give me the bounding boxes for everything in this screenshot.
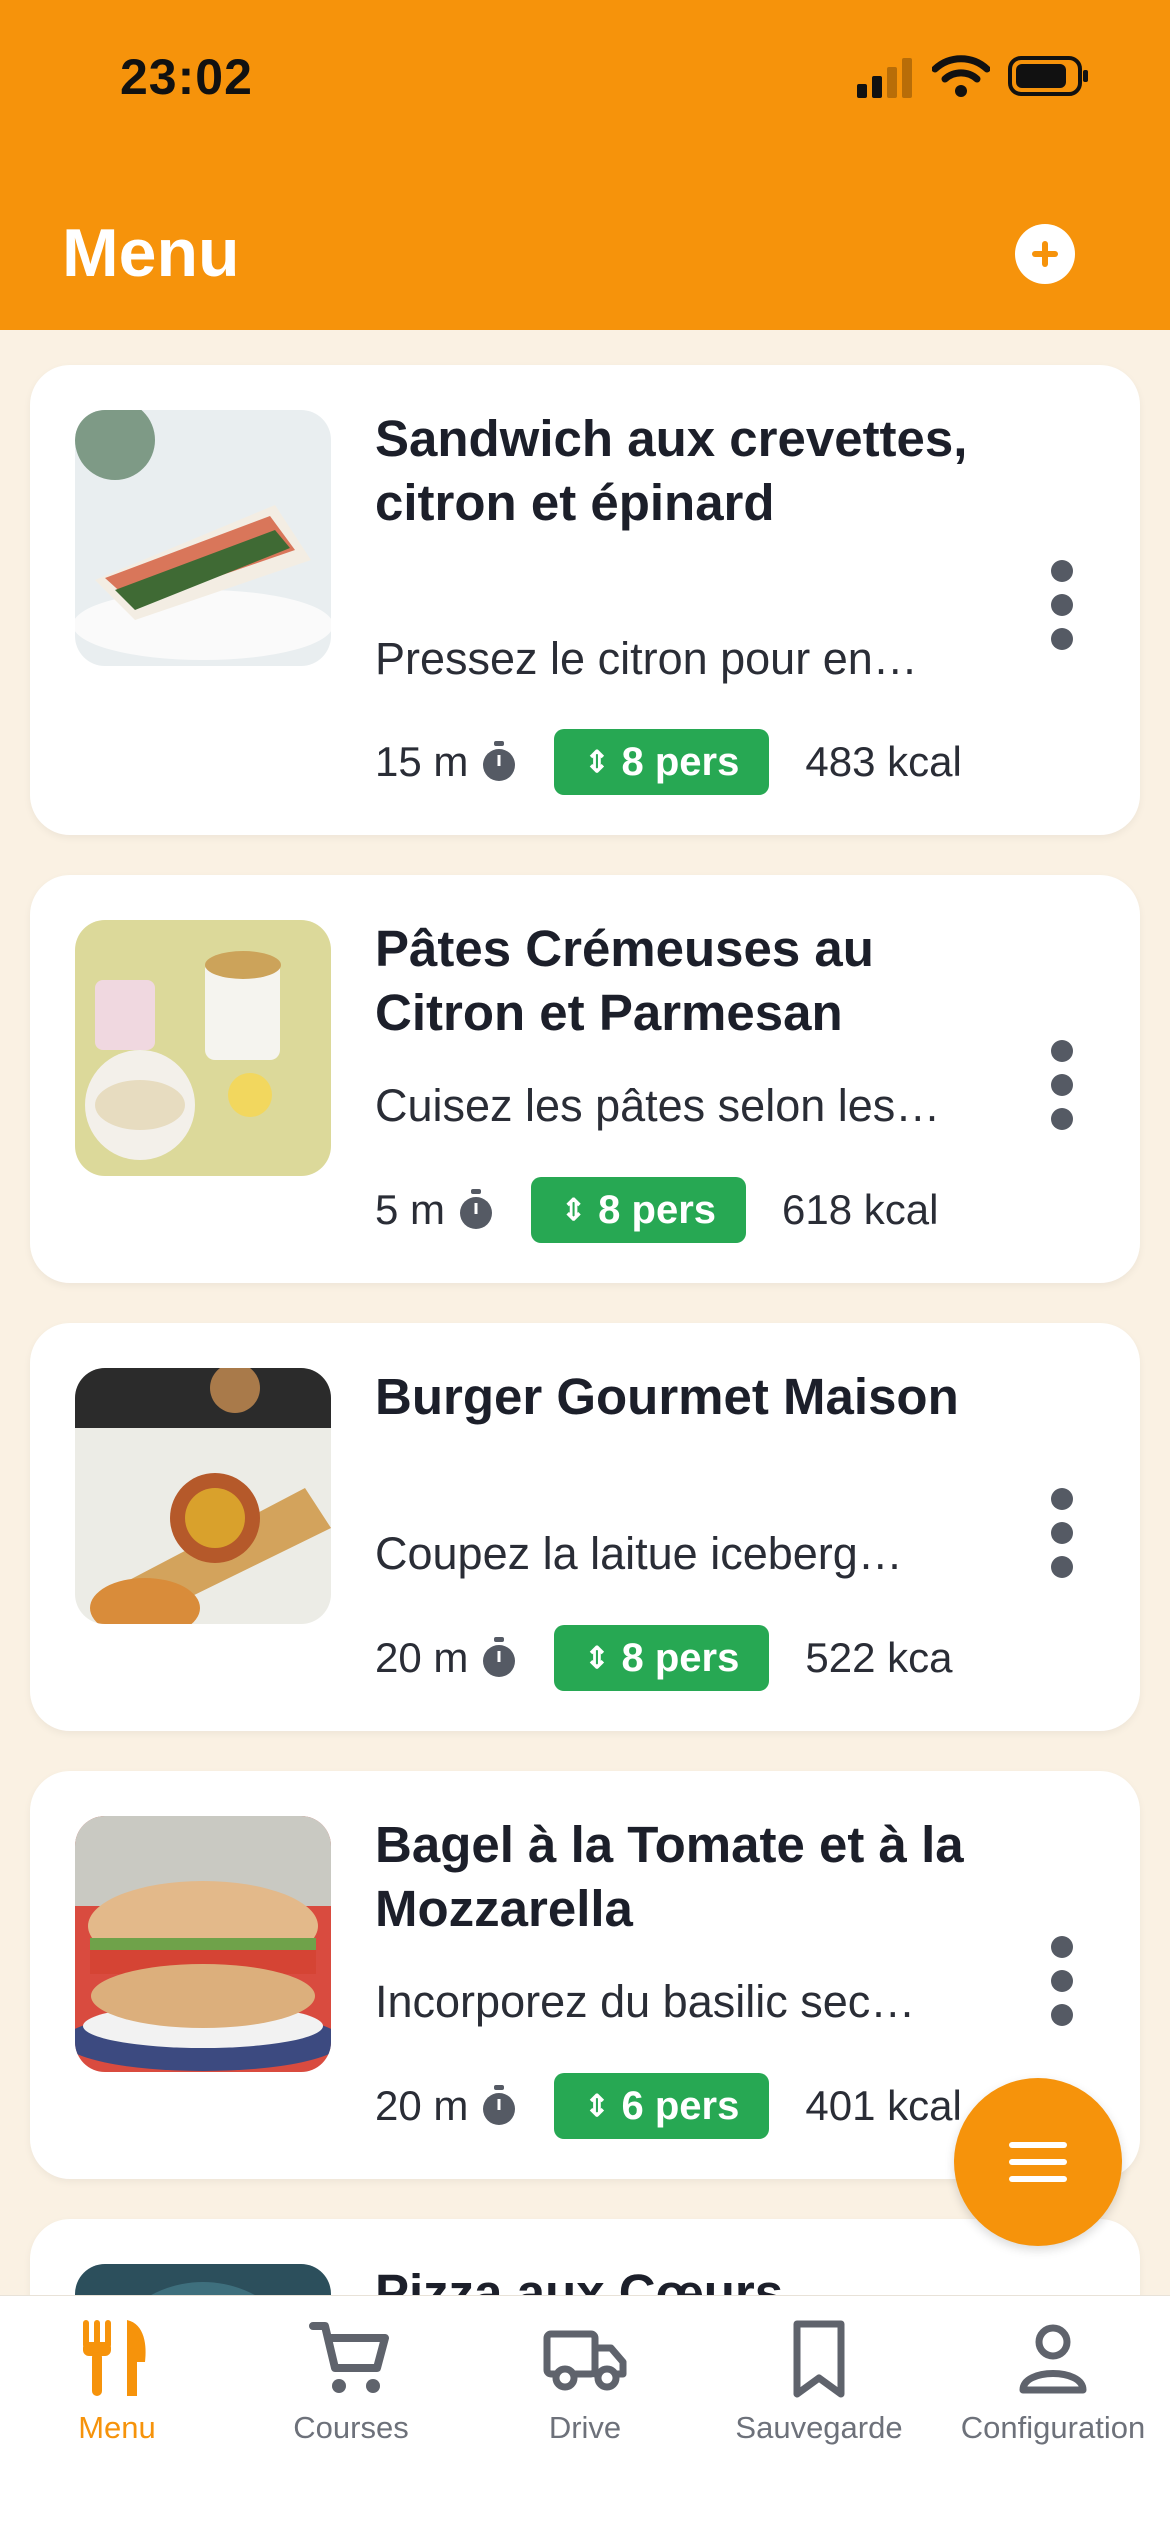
bottom-tab-bar: Menu Courses Drive Sauvegarde Configurat… [0, 2295, 1170, 2532]
recipe-meta: 15 m ⇕ 8 pers 483 kcal [375, 727, 1005, 797]
sort-arrows-icon: ⇕ [561, 1193, 587, 1227]
recipe-image [75, 1368, 331, 1624]
tab-label: Menu [78, 2410, 156, 2445]
tab-courses[interactable]: Courses [234, 2316, 468, 2446]
sort-arrows-icon: ⇕ [584, 2089, 610, 2123]
recipe-image [75, 2264, 331, 2295]
recipe-name: Sandwich aux crevettes, citron et épinar… [375, 410, 968, 531]
servings-label: 8 pers [598, 1187, 717, 1232]
recipe-card[interactable]: Pâtes Crémeuses au Citron et Parmesan Cu… [30, 875, 1140, 1283]
recipe-description: Pressez le citron pour en… [375, 633, 918, 684]
servings-button[interactable]: ⇕ 6 pers [554, 2073, 770, 2139]
timer-icon [483, 2085, 516, 2125]
recipe-image [75, 920, 331, 1176]
recipe-name: Burger Gourmet Maison [375, 1368, 959, 1425]
truck-icon [543, 2330, 627, 2391]
recipe-name: Bagel à la Tomate et à la Mozzarella [375, 1816, 964, 1937]
recipe-card[interactable]: Pizza aux Cœurs [30, 2219, 1140, 2295]
tab-sauvegarde[interactable]: Sauvegarde [702, 2316, 936, 2446]
recipe-card[interactable]: Burger Gourmet Maison Coupez la laitue i… [30, 1323, 1140, 1731]
sort-arrows-icon: ⇕ [584, 745, 610, 779]
tab-drive[interactable]: Drive [468, 2316, 702, 2446]
tab-label: Sauvegarde [735, 2410, 903, 2445]
status-time: 23:02 [120, 49, 253, 105]
prep-time: 5 m [375, 1186, 446, 1233]
recipe-description: Incorporez du basilic sec… [375, 1976, 916, 2027]
recipe-meta: 20 m ⇕ 6 pers 401 kcal [375, 2071, 1005, 2141]
battery-icon [1008, 56, 1088, 96]
recipe-name: Pizza aux Cœurs [375, 2264, 784, 2295]
bookmark-icon [793, 2320, 845, 2398]
servings-label: 6 pers [621, 2083, 740, 2128]
recipe-list[interactable]: Sandwich aux crevettes, citron et épinar… [0, 330, 1170, 2295]
sort-arrows-icon: ⇕ [584, 1641, 610, 1675]
cellular-signal-icon [857, 58, 912, 98]
recipe-meta: 20 m ⇕ 8 pers 522 kca [375, 1623, 1005, 1693]
user-icon [1019, 2324, 1087, 2394]
wifi-icon [932, 55, 990, 97]
recipe-meta: 5 m ⇕ 8 pers 618 kcal [375, 1175, 1005, 1245]
status-bar: 23:02 [0, 0, 1170, 150]
more-options-button[interactable] [1040, 1488, 1084, 1578]
fork-knife-icon [83, 2320, 146, 2396]
app-header: Menu [0, 150, 1170, 330]
servings-button[interactable]: ⇕ 8 pers [554, 729, 770, 795]
calories: 483 kcal [805, 738, 962, 785]
tab-configuration[interactable]: Configuration [936, 2316, 1170, 2446]
plus-icon [1032, 241, 1058, 267]
menu-fab-button[interactable] [954, 2078, 1122, 2246]
hamburger-icon [1009, 2142, 1067, 2182]
page-title: Menu [62, 215, 240, 291]
prep-time: 20 m [375, 2082, 469, 2129]
prep-time: 15 m [375, 738, 469, 785]
prep-time: 20 m [375, 1634, 469, 1681]
more-options-button[interactable] [1040, 1936, 1084, 2026]
recipe-description: Cuisez les pâtes selon les… [375, 1080, 941, 1131]
calories: 522 kca [805, 1634, 953, 1681]
calories: 401 kcal [805, 2082, 962, 2129]
more-options-button[interactable] [1040, 1040, 1084, 1130]
more-options-button[interactable] [1040, 560, 1084, 650]
tab-label: Configuration [960, 2410, 1146, 2445]
tab-label: Courses [293, 2410, 409, 2445]
timer-icon [483, 1637, 516, 1677]
timer-icon [483, 741, 516, 781]
calories: 618 kcal [782, 1186, 939, 1233]
recipe-image [75, 1816, 331, 2072]
recipe-name: Pâtes Crémeuses au Citron et Parmesan [375, 920, 874, 1041]
tab-menu[interactable]: Menu [0, 2316, 234, 2446]
servings-label: 8 pers [621, 1635, 740, 1680]
tab-label: Drive [548, 2410, 622, 2445]
cart-icon [309, 2322, 389, 2393]
recipe-image [75, 410, 331, 666]
timer-icon [460, 1189, 493, 1229]
servings-button[interactable]: ⇕ 8 pers [554, 1625, 770, 1691]
recipe-description: Coupez la laitue iceberg… [375, 1528, 903, 1579]
servings-button[interactable]: ⇕ 8 pers [531, 1177, 747, 1243]
add-recipe-button[interactable] [1015, 224, 1075, 284]
servings-label: 8 pers [621, 739, 740, 784]
recipe-card[interactable]: Sandwich aux crevettes, citron et épinar… [30, 365, 1140, 835]
